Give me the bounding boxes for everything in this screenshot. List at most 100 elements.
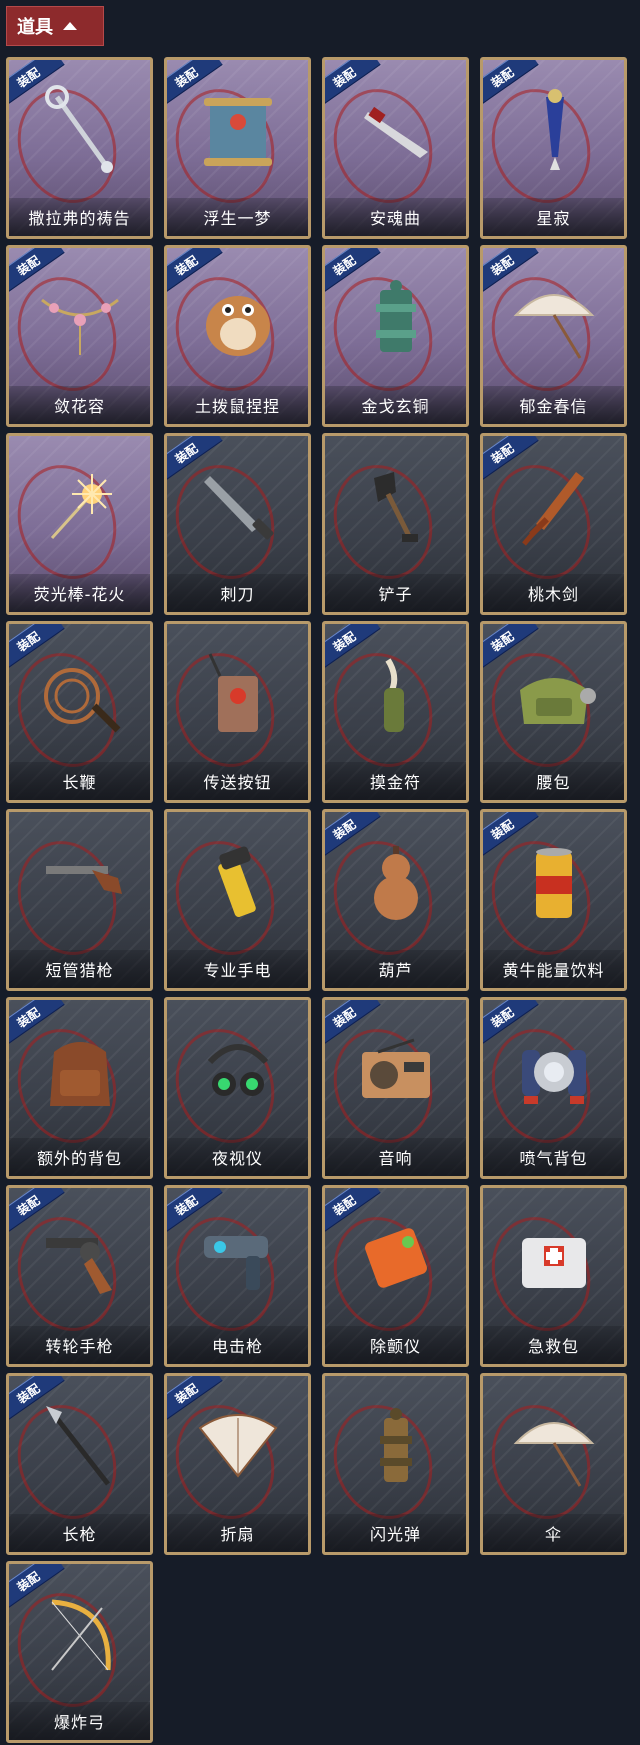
item-label: 传送按钮 bbox=[167, 762, 308, 800]
jetpack-icon bbox=[506, 1022, 602, 1118]
item-label: 浮生一梦 bbox=[167, 198, 308, 236]
item-card[interactable]: 装配 刺刀 bbox=[164, 433, 311, 615]
item-card[interactable]: 装配 撒拉弗的祷告 bbox=[6, 57, 153, 239]
item-card[interactable]: 装配 浮生一梦 bbox=[164, 57, 311, 239]
umbrella-icon bbox=[506, 1398, 602, 1494]
fan-icon bbox=[190, 1398, 286, 1494]
item-label: 除颤仪 bbox=[325, 1326, 466, 1364]
taser-icon bbox=[190, 1210, 286, 1306]
shotgun-icon bbox=[32, 834, 128, 930]
item-label: 夜视仪 bbox=[167, 1138, 308, 1176]
item-label: 土拨鼠捏捏 bbox=[167, 386, 308, 424]
item-label: 急救包 bbox=[483, 1326, 624, 1364]
item-label: 郁金春信 bbox=[483, 386, 624, 424]
sparkler-icon bbox=[32, 458, 128, 554]
flower-chain-icon bbox=[32, 270, 128, 366]
item-card[interactable]: 装配 土拨鼠捏捏 bbox=[164, 245, 311, 427]
chevron-up-icon bbox=[63, 22, 77, 30]
item-card[interactable]: 装配 星寂 bbox=[480, 57, 627, 239]
item-card[interactable]: 传送按钮 bbox=[164, 621, 311, 803]
night-vision-icon bbox=[190, 1022, 286, 1118]
item-card[interactable]: 装配 爆炸弓 bbox=[6, 1561, 153, 1743]
gourd-icon bbox=[348, 834, 444, 930]
section-header-toggle[interactable]: 道具 bbox=[6, 6, 104, 46]
item-card[interactable]: 伞 bbox=[480, 1373, 627, 1555]
item-label: 伞 bbox=[483, 1514, 624, 1552]
wooden-sword-icon bbox=[506, 458, 602, 554]
revolver-icon bbox=[32, 1210, 128, 1306]
item-card[interactable]: 装配 郁金春信 bbox=[480, 245, 627, 427]
item-label: 喷气背包 bbox=[483, 1138, 624, 1176]
dagger-icon bbox=[348, 82, 444, 178]
item-label: 撒拉弗的祷告 bbox=[9, 198, 150, 236]
item-label: 黄牛能量饮料 bbox=[483, 950, 624, 988]
item-card[interactable]: 短管猎枪 bbox=[6, 809, 153, 991]
item-card[interactable]: 装配 电击枪 bbox=[164, 1185, 311, 1367]
item-card[interactable]: 装配 音响 bbox=[322, 997, 469, 1179]
waist-bag-icon bbox=[506, 646, 602, 742]
bronze-grenade-icon bbox=[348, 270, 444, 366]
item-card[interactable]: 夜视仪 bbox=[164, 997, 311, 1179]
item-card[interactable]: 装配 黄牛能量饮料 bbox=[480, 809, 627, 991]
item-card[interactable]: 装配 喷气背包 bbox=[480, 997, 627, 1179]
item-card[interactable]: 装配 折扇 bbox=[164, 1373, 311, 1555]
item-card[interactable]: 装配 除颤仪 bbox=[322, 1185, 469, 1367]
flashlight-icon bbox=[190, 834, 286, 930]
whip-icon bbox=[32, 646, 128, 742]
item-grid: 装配 撒拉弗的祷告 装配 浮生一梦 装配 安魂曲 装配 星寂装配 敛花容 装配 土拨鼠捏捏 装配 金戈玄… bbox=[6, 57, 627, 1743]
item-label: 电击枪 bbox=[167, 1326, 308, 1364]
item-label: 金戈玄铜 bbox=[325, 386, 466, 424]
item-label: 爆炸弓 bbox=[9, 1702, 150, 1740]
item-label: 短管猎枪 bbox=[9, 950, 150, 988]
item-label: 转轮手枪 bbox=[9, 1326, 150, 1364]
item-card[interactable]: 装配 额外的背包 bbox=[6, 997, 153, 1179]
scepter-icon bbox=[506, 82, 602, 178]
item-card[interactable]: 荧光棒-花火 bbox=[6, 433, 153, 615]
item-card[interactable]: 专业手电 bbox=[164, 809, 311, 991]
item-label: 安魂曲 bbox=[325, 198, 466, 236]
item-label: 桃木剑 bbox=[483, 574, 624, 612]
knife-icon bbox=[190, 458, 286, 554]
first-aid-icon bbox=[506, 1210, 602, 1306]
item-card[interactable]: 闪光弹 bbox=[322, 1373, 469, 1555]
remote-icon bbox=[190, 646, 286, 742]
item-label: 刺刀 bbox=[167, 574, 308, 612]
item-label: 葫芦 bbox=[325, 950, 466, 988]
item-card[interactable]: 铲子 bbox=[322, 433, 469, 615]
item-label: 星寂 bbox=[483, 198, 624, 236]
hamster-icon bbox=[190, 270, 286, 366]
item-card[interactable]: 装配 摸金符 bbox=[322, 621, 469, 803]
backpack-icon bbox=[32, 1022, 128, 1118]
item-label: 敛花容 bbox=[9, 386, 150, 424]
item-label: 腰包 bbox=[483, 762, 624, 800]
item-label: 长枪 bbox=[9, 1514, 150, 1552]
item-label: 音响 bbox=[325, 1138, 466, 1176]
item-card[interactable]: 装配 桃木剑 bbox=[480, 433, 627, 615]
item-card[interactable]: 装配 敛花容 bbox=[6, 245, 153, 427]
umbrella-icon bbox=[506, 270, 602, 366]
talisman-icon bbox=[348, 646, 444, 742]
defibrillator-icon bbox=[348, 1210, 444, 1306]
item-card[interactable]: 装配 金戈玄铜 bbox=[322, 245, 469, 427]
bow-icon bbox=[32, 1586, 128, 1682]
shovel-icon bbox=[348, 458, 444, 554]
item-label: 专业手电 bbox=[167, 950, 308, 988]
item-card[interactable]: 装配 长枪 bbox=[6, 1373, 153, 1555]
item-label: 折扇 bbox=[167, 1514, 308, 1552]
item-card[interactable]: 装配 长鞭 bbox=[6, 621, 153, 803]
section-title: 道具 bbox=[17, 17, 53, 38]
item-label: 摸金符 bbox=[325, 762, 466, 800]
scroll-icon bbox=[190, 82, 286, 178]
item-card[interactable]: 装配 安魂曲 bbox=[322, 57, 469, 239]
item-label: 额外的背包 bbox=[9, 1138, 150, 1176]
item-label: 闪光弹 bbox=[325, 1514, 466, 1552]
energy-drink-icon bbox=[506, 834, 602, 930]
item-card[interactable]: 装配 葫芦 bbox=[322, 809, 469, 991]
spear-icon bbox=[32, 1398, 128, 1494]
item-card[interactable]: 装配 腰包 bbox=[480, 621, 627, 803]
item-card[interactable]: 装配 转轮手枪 bbox=[6, 1185, 153, 1367]
item-card[interactable]: 急救包 bbox=[480, 1185, 627, 1367]
item-label: 荧光棒-花火 bbox=[9, 574, 150, 612]
item-label: 铲子 bbox=[325, 574, 466, 612]
radio-icon bbox=[348, 1022, 444, 1118]
